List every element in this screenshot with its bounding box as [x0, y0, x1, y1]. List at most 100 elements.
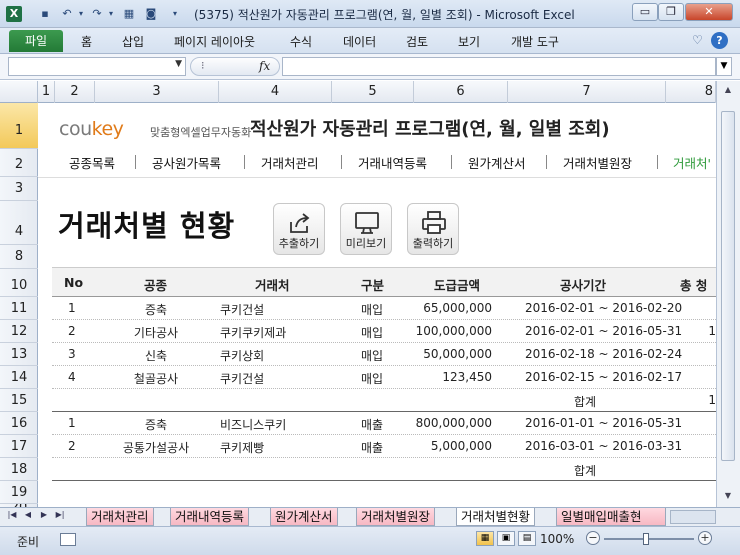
name-box[interactable]: ▼ [8, 57, 186, 76]
nav-item-transaction-entry[interactable]: 거래내역등록 [358, 153, 427, 172]
nav-item-vendor-status[interactable]: 거래처' [673, 153, 711, 172]
cell-category: 매입 [361, 349, 384, 363]
tab-formulas[interactable]: 수식 [290, 33, 312, 50]
cell-period: 2016-02-01 ~ 2016-05-31 [525, 324, 683, 338]
tab-page-layout[interactable]: 페이지 레이아웃 [174, 33, 255, 50]
row-header[interactable]: 16 [0, 412, 38, 435]
row-header[interactable]: 4 [0, 201, 38, 245]
nav-item-cost-statement[interactable]: 원가계산서 [468, 153, 526, 172]
row-header[interactable]: 1 [0, 103, 38, 149]
column-header[interactable]: 1 [38, 81, 55, 103]
prev-sheet-icon[interactable]: ◀ [22, 510, 34, 519]
sheet-tab-transaction-entry[interactable]: 거래내역등록 [170, 508, 250, 526]
page-layout-view-icon[interactable]: ▣ [497, 531, 515, 546]
tab-data[interactable]: 데이터 [343, 33, 376, 50]
zoom-slider-knob[interactable] [643, 533, 649, 545]
cell-no: 4 [68, 370, 76, 384]
undo-dropdown-icon[interactable]: ▾ [74, 7, 88, 21]
tab-home[interactable]: 홈 [81, 33, 92, 50]
row-header[interactable]: 17 [0, 435, 38, 458]
sheet-tab-vendor-status[interactable]: 거래처별현황 [456, 508, 536, 526]
tab-view[interactable]: 보기 [458, 33, 480, 50]
last-sheet-icon[interactable]: ▶| [54, 510, 66, 519]
scroll-down-icon[interactable]: ▼ [721, 491, 735, 503]
nav-item-cost-list[interactable]: 공사원가목록 [152, 153, 221, 172]
formula-cancel-icon[interactable]: ⁝ [201, 59, 205, 72]
zoom-slider[interactable] [604, 533, 694, 545]
table-row[interactable]: 4 철골공사 쿠키건설 매입 123,450 2016-02-15 ~ 2016-02-1… [52, 366, 716, 389]
row-header[interactable]: 8 [0, 245, 38, 269]
column-header[interactable]: 5 [332, 81, 414, 103]
undo-icon[interactable]: ↶ [60, 7, 74, 21]
row-header[interactable]: 13 [0, 343, 38, 366]
minimize-button[interactable]: ▭ [632, 3, 658, 21]
row-header[interactable]: 2 [0, 149, 38, 177]
redo-dropdown-icon[interactable]: ▾ [104, 7, 118, 21]
redo-icon[interactable]: ↷ [90, 7, 104, 21]
sheet-tab-vendor-management[interactable]: 거래처관리 [86, 508, 154, 526]
column-header[interactable]: 3 [95, 81, 219, 103]
name-box-dropdown-icon[interactable]: ▼ [175, 59, 182, 69]
customize-toolbar-icon[interactable]: ▾ [168, 7, 182, 21]
nav-item-work-types[interactable]: 공종목록 [69, 153, 115, 172]
table-total-row[interactable]: 합계 1 [52, 389, 716, 412]
excel-app-icon[interactable]: X [6, 6, 22, 22]
row-header[interactable]: 3 [0, 177, 38, 201]
camera-icon[interactable]: ◙ [144, 7, 158, 21]
horizontal-scrollbar[interactable] [670, 510, 716, 524]
row-header[interactable]: 10 [0, 269, 38, 297]
zoom-in-icon[interactable]: + [698, 531, 712, 545]
tab-developer[interactable]: 개발 도구 [511, 33, 559, 50]
table-row[interactable]: 2 기타공사 쿠키쿠키제과 매입 100,000,000 2016-02-01 ~ 201… [52, 320, 716, 343]
page-break-view-icon[interactable]: ▤ [518, 531, 536, 546]
print-button[interactable]: 출력하기 [407, 203, 459, 255]
first-sheet-icon[interactable]: |◀ [6, 510, 18, 519]
scroll-up-icon[interactable]: ▲ [721, 85, 735, 97]
next-sheet-icon[interactable]: ▶ [38, 510, 50, 519]
nav-item-vendor-management[interactable]: 거래처관리 [261, 153, 319, 172]
vertical-scroll-thumb[interactable] [721, 111, 735, 461]
formula-expand-icon[interactable]: ▼ [716, 57, 732, 76]
row-header[interactable]: 14 [0, 366, 38, 389]
sheet-tab-daily-summary[interactable]: 일별매입매출현 [556, 508, 666, 526]
macro-record-icon[interactable] [60, 533, 76, 546]
row-header[interactable]: 12 [0, 320, 38, 343]
table-row[interactable]: 1 증축 비즈니스쿠키 매출 800,000,000 2016-01-01 ~ 2016-… [52, 412, 716, 435]
zoom-out-icon[interactable]: − [586, 531, 600, 545]
help-icon[interactable]: ? [711, 32, 728, 49]
tab-file[interactable]: 파일 [9, 30, 63, 52]
row-header[interactable]: 19 [0, 481, 38, 504]
zoom-level[interactable]: 100% [540, 532, 574, 546]
row-header[interactable]: 15 [0, 389, 38, 412]
vertical-scrollbar[interactable]: ▲ ▼ [716, 81, 740, 507]
worksheet[interactable]: coukey 맞춤형엑셀업무자동화 적산원가 자동관리 프로그램(연, 월, 일… [38, 103, 716, 507]
column-header[interactable]: 8 [666, 81, 716, 103]
column-header[interactable]: 7 [508, 81, 666, 103]
table-row[interactable]: 3 신축 쿠키상회 매입 50,000,000 2016-02-18 ~ 2016-02-… [52, 343, 716, 366]
save-icon[interactable]: ▪ [38, 7, 52, 21]
column-header[interactable]: 6 [414, 81, 508, 103]
preview-button[interactable]: 미리보기 [340, 203, 392, 255]
column-header[interactable]: 4 [219, 81, 332, 103]
column-header[interactable]: 2 [55, 81, 95, 103]
select-all-corner[interactable] [0, 81, 38, 103]
tab-insert[interactable]: 삽입 [122, 33, 144, 50]
insert-function-icon[interactable]: fx [259, 59, 270, 73]
row-header[interactable]: 11 [0, 297, 38, 320]
normal-view-icon[interactable]: ▦ [476, 531, 494, 546]
tab-review[interactable]: 검토 [406, 33, 428, 50]
sheet-tab-vendor-ledger[interactable]: 거래처별원장 [356, 508, 436, 526]
sheet-tab-cost-statement[interactable]: 원가계산서 [270, 508, 338, 526]
table-row[interactable]: 2 공통가설공사 쿠키제빵 매출 5,000,000 2016-03-01 ~ 2016-… [52, 435, 716, 458]
form-icon[interactable]: ▦ [122, 7, 136, 21]
ribbon-collapse-icon[interactable]: ♡ [692, 33, 703, 47]
table-row[interactable]: 1 증축 쿠키건설 매입 65,000,000 2016-02-01 ~ 2016-02-… [52, 297, 716, 320]
cell-no: 2 [68, 324, 76, 338]
formula-input[interactable] [282, 57, 716, 76]
restore-button[interactable]: ❐ [658, 3, 684, 21]
table-total-row[interactable]: 합계 [52, 458, 716, 481]
row-header[interactable]: 18 [0, 458, 38, 481]
nav-item-vendor-ledger[interactable]: 거래처별원장 [563, 153, 632, 172]
export-button[interactable]: 추출하기 [273, 203, 325, 255]
close-button[interactable]: ✕ [685, 3, 733, 21]
